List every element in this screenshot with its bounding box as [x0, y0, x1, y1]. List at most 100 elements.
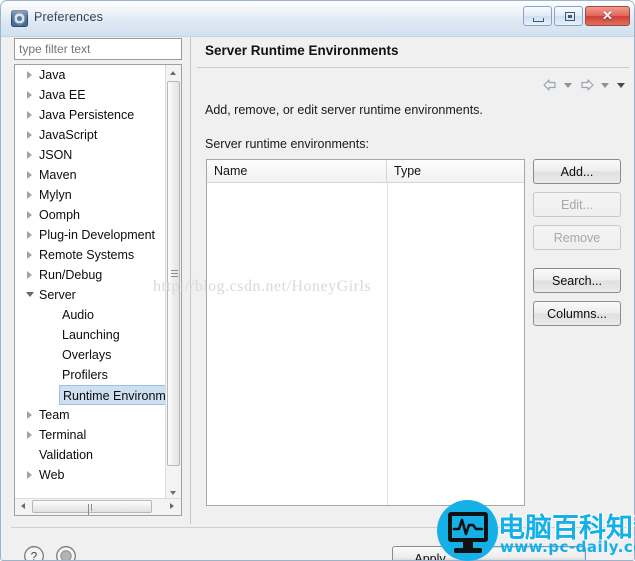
- chevron-right-icon[interactable]: [27, 111, 32, 119]
- tree-item-runtime-environm[interactable]: Runtime Environm: [59, 385, 167, 405]
- chevron-right-icon[interactable]: [27, 131, 32, 139]
- table-action-buttons: Add... Edit... Remove Search... Columns...: [533, 159, 621, 326]
- chevron-right-icon[interactable]: [27, 431, 32, 439]
- chevron-right-icon[interactable]: [27, 211, 32, 219]
- scroll-up-arrow-icon[interactable]: [166, 65, 181, 80]
- tree-item-label: Java Persistence: [39, 108, 135, 122]
- tree-item-label: Audio: [62, 308, 94, 322]
- footer-divider: [11, 527, 626, 528]
- tree-vertical-scrollbar[interactable]: [165, 65, 181, 500]
- tree-item-java[interactable]: Java: [15, 65, 167, 85]
- runtime-environments-table[interactable]: Name Type: [206, 159, 525, 506]
- tree-item-maven[interactable]: Maven: [15, 165, 167, 185]
- edit-button: Edit...: [533, 192, 621, 217]
- tree-item-mylyn[interactable]: Mylyn: [15, 185, 167, 205]
- page-title: Server Runtime Environments: [205, 43, 399, 58]
- gear-icon: [11, 10, 28, 27]
- chevron-right-icon[interactable]: [27, 251, 32, 259]
- window-controls: ✕: [523, 6, 630, 26]
- close-icon: ✕: [602, 8, 613, 23]
- tree-item-web[interactable]: Web: [15, 465, 167, 485]
- tree-item-json[interactable]: JSON: [15, 145, 167, 165]
- tree-item-label: JavaScript: [39, 128, 98, 142]
- tree-hscroll-thumb[interactable]: [32, 500, 152, 515]
- tree-item-server[interactable]: Server: [15, 285, 167, 305]
- back-dropdown-icon[interactable]: [562, 77, 575, 93]
- chevron-right-icon[interactable]: [27, 191, 32, 199]
- remove-button: Remove: [533, 225, 621, 250]
- preferences-window: Preferences ✕ Java Java EE Java Persistenc…: [0, 0, 635, 561]
- minimize-button[interactable]: [523, 6, 552, 26]
- chevron-right-icon[interactable]: [27, 271, 32, 279]
- scroll-left-arrow-icon[interactable]: [16, 499, 31, 514]
- maximize-icon: [565, 12, 575, 21]
- tree-item-team[interactable]: Team: [15, 405, 167, 425]
- preferences-tree[interactable]: Java Java EE Java Persistence JavaScript JSO…: [14, 64, 182, 516]
- tree-item-java-persistence[interactable]: Java Persistence: [15, 105, 167, 125]
- tree-item-javascript[interactable]: JavaScript: [15, 125, 167, 145]
- tree-item-terminal[interactable]: Terminal: [15, 425, 167, 445]
- filter-input[interactable]: [14, 38, 182, 60]
- table-body[interactable]: [207, 183, 524, 505]
- tree-item-java-ee[interactable]: Java EE: [15, 85, 167, 105]
- tree-item-profilers[interactable]: Profilers: [15, 365, 167, 385]
- tree-item-label: Profilers: [62, 368, 108, 382]
- column-header-name[interactable]: Name: [207, 160, 387, 182]
- maximize-button[interactable]: [554, 6, 583, 26]
- chevron-down-icon[interactable]: [26, 292, 34, 297]
- chevron-right-icon[interactable]: [27, 91, 32, 99]
- tree-item-remote-systems[interactable]: Remote Systems: [15, 245, 167, 265]
- chevron-right-icon[interactable]: [27, 71, 32, 79]
- tree-item-overlays[interactable]: Overlays: [15, 345, 167, 365]
- tree-item-audio[interactable]: Audio: [15, 305, 167, 325]
- tree-item-label: Runtime Environm: [63, 389, 166, 403]
- window-title: Preferences: [34, 10, 104, 24]
- chevron-right-icon[interactable]: [27, 231, 32, 239]
- tree-items-container: Java Java EE Java Persistence JavaScript JSO…: [15, 65, 167, 500]
- chevron-right-icon[interactable]: [27, 151, 32, 159]
- svg-text:?: ?: [31, 550, 38, 561]
- help-icon[interactable]: ?: [23, 545, 45, 561]
- chevron-right-icon[interactable]: [27, 471, 32, 479]
- tree-item-launching[interactable]: Launching: [15, 325, 167, 345]
- column-separator: [387, 183, 388, 505]
- table-label: Server runtime environments:: [205, 137, 369, 151]
- tree-item-label: Launching: [62, 328, 120, 342]
- dialog-body: Java Java EE Java Persistence JavaScript JSO…: [1, 37, 634, 561]
- scroll-right-arrow-icon[interactable]: [165, 499, 180, 514]
- tree-item-oomph[interactable]: Oomph: [15, 205, 167, 225]
- apply-button[interactable]: Apply: [392, 546, 468, 560]
- tree-item-label: Overlays: [62, 348, 112, 362]
- back-arrow-icon[interactable]: [541, 77, 559, 93]
- tree-item-validation[interactable]: Validation: [15, 445, 167, 465]
- view-menu-icon[interactable]: [615, 77, 628, 93]
- tree-item-label: Oomph: [39, 208, 80, 222]
- panel-divider[interactable]: [190, 37, 191, 524]
- tree-item-label: Server: [39, 288, 76, 302]
- tree-horizontal-scrollbar[interactable]: [15, 498, 181, 515]
- columns-button[interactable]: Columns...: [533, 301, 621, 326]
- tree-item-run-debug[interactable]: Run/Debug: [15, 265, 167, 285]
- chevron-right-icon[interactable]: [27, 411, 32, 419]
- search-button[interactable]: Search...: [533, 268, 621, 293]
- add-button[interactable]: Add...: [533, 159, 621, 184]
- tree-item-label: Remote Systems: [39, 248, 135, 262]
- secondary-dialog-button[interactable]: [476, 546, 586, 560]
- tree-vscroll-thumb[interactable]: [167, 81, 180, 466]
- chevron-right-icon[interactable]: [27, 171, 32, 179]
- tree-item-label: Team: [39, 408, 70, 422]
- column-header-type[interactable]: Type: [387, 160, 524, 182]
- close-button[interactable]: ✕: [585, 6, 630, 26]
- forward-dropdown-icon[interactable]: [599, 77, 612, 93]
- minimize-icon: [533, 18, 544, 22]
- tree-item-label: Mylyn: [39, 188, 72, 202]
- title-divider: [197, 67, 629, 68]
- restore-defaults-icon[interactable]: [55, 545, 77, 560]
- tree-item-label: JSON: [39, 148, 73, 162]
- scroll-grip-icon: [88, 504, 96, 515]
- tree-item-label: Run/Debug: [39, 268, 103, 282]
- window-titlebar[interactable]: Preferences ✕: [1, 1, 634, 37]
- tree-item-plug-in-development[interactable]: Plug-in Development: [15, 225, 167, 245]
- forward-arrow-icon[interactable]: [578, 77, 596, 93]
- table-header-row: Name Type: [207, 160, 524, 183]
